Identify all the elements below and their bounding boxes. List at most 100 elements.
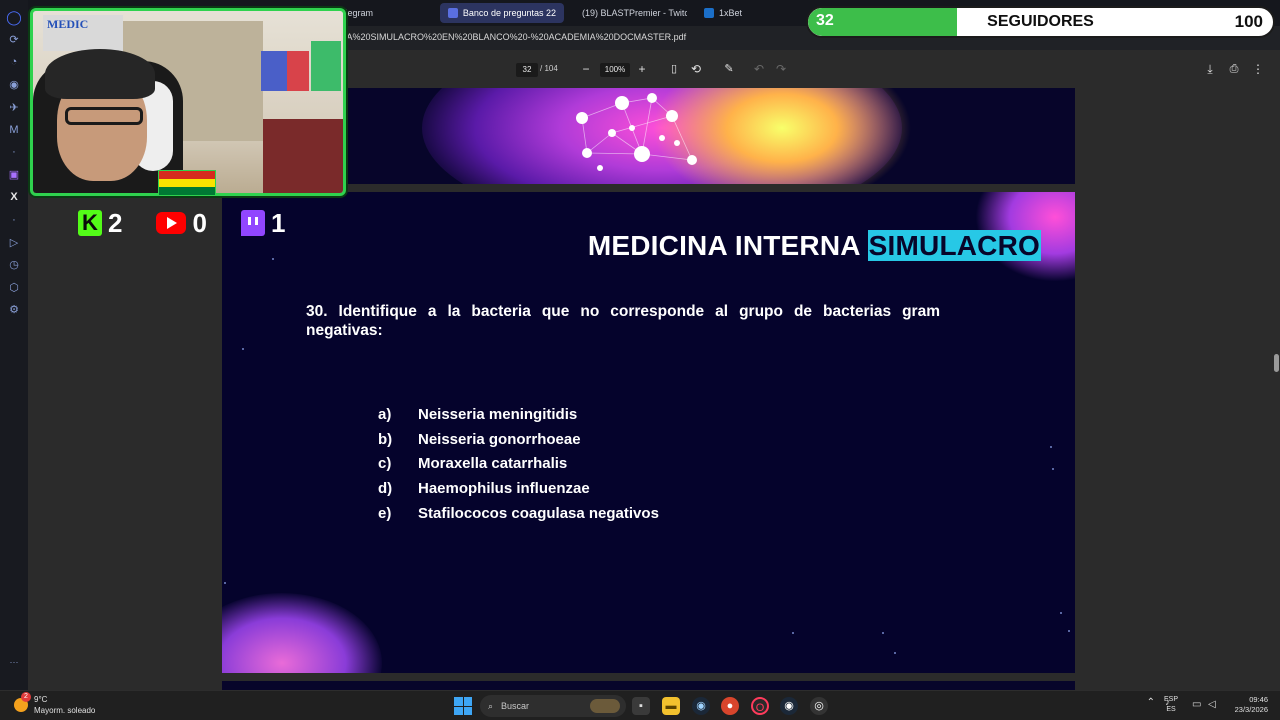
windows-start-icon[interactable] [454,697,472,715]
vertical-scrollbar[interactable] [1272,88,1280,690]
goal-target: 100 [1234,12,1263,31]
bolivia-flag-icon [158,170,216,196]
volume-icon[interactable]: ◁ [1208,699,1216,710]
chevron-up-icon[interactable]: ⌃ [1147,697,1155,708]
page-number-input[interactable]: 32 [516,63,538,77]
1xbet-favicon-icon [704,8,714,18]
steam2-icon[interactable]: ◉ [780,697,798,715]
webcam-sign: MEDIC [43,15,123,51]
search-placeholder: Buscar [501,701,530,711]
option-b: b) Neisseria gonorrhoeae [378,430,581,448]
x-icon[interactable]: X [0,186,28,209]
draw-icon[interactable]: ✎ [720,60,738,78]
star-dot [894,652,896,654]
settings-icon[interactable]: ⚙ [0,299,28,322]
highlighted-text: SIMULACRO [867,230,1041,261]
option-a: a) Neisseria meningitidis [378,405,578,423]
language-indicator[interactable]: ESP ES [1164,695,1178,715]
zoom-out-button[interactable]: − [577,60,595,78]
notification-badge: 2 [21,692,31,702]
followers-goal-bar: 32 SEGUIDORES 100 [806,6,1275,38]
weather-temp: 9°C [34,695,48,704]
more-icon[interactable]: ⋯ [0,657,28,668]
undo-icon[interactable]: ↶ [750,60,768,78]
divider2-icon: · [12,213,16,226]
pdf-favicon-icon [448,8,458,18]
weather-desc: Mayorm. soleado [34,706,96,715]
browser-sidebar: ◯ ⟳ ◔ ◉ ✈ M · ▣ X · ▷ ◷ ⬡ ⚙ ⋯ [0,0,28,690]
twitch-count: 1 [240,208,285,239]
webcam-poster [261,51,287,91]
option-e: e) Stafilococos coagulasa negativos [378,505,659,523]
star-dot [792,632,794,634]
star-dot [882,632,884,634]
webcam-bed [263,119,343,193]
url-text[interactable]: RA%20SIMULACRO%20EN%20BLANCO%20-%20ACADE… [340,32,686,42]
player-icon[interactable]: ▷ [0,231,28,254]
previous-page [222,88,1075,184]
file-explorer-icon[interactable]: ▬ [662,697,680,715]
twitch-logo-icon [240,210,265,236]
goal-label: SEGUIDORES [987,13,1094,30]
page-total: / 104 [540,64,558,73]
answer-options: a) Neisseria meningitidis b) Neisseria g… [378,402,659,526]
star-dot [1060,612,1062,614]
mail-icon[interactable]: M [0,119,28,142]
option-c: c) Moraxella catarrhalis [378,455,568,473]
taskbar-search[interactable]: ⌕ Buscar [480,695,626,717]
tab-blastpremier[interactable]: (19) BLASTPremier - Twitc [569,3,687,23]
opera-logo-icon[interactable]: ◯ [0,6,28,29]
download-icon[interactable]: ⤓ [1201,60,1219,78]
pdf-page: MEDICINA INTERNA SIMULACRO 30. Identifiq… [222,192,1075,673]
kick-icon: K [78,210,102,236]
option-d: d) Haemophilus influenzae [378,480,590,498]
network-graphic [576,93,697,171]
kick-count: K 2 [78,208,122,239]
steam-icon[interactable]: ◉ [692,697,710,715]
telegram-icon[interactable]: ✈ [0,96,28,119]
clock[interactable]: 09:46 23/3/2026 [1235,695,1268,715]
next-page [222,681,1075,690]
tab-1xbet[interactable]: 1xBet [696,3,750,23]
network-icon[interactable]: ▭ [1192,699,1201,710]
rotate-icon[interactable]: ⟲ [687,60,705,78]
app-icon[interactable]: ● [721,697,739,715]
opera-gx-icon[interactable]: O [751,697,769,715]
workspace-icon[interactable]: ◔ [0,51,28,74]
webcam-glasses [65,107,143,125]
record-app-icon[interactable]: ◎ [810,697,828,715]
reload-icon[interactable]: ⟳ [0,29,28,52]
platform-counts: K 2 0 1 [78,206,319,240]
more-options-icon[interactable]: ⋮ [1249,60,1267,78]
tab-banco-preguntas[interactable]: Banco de preguntas 22 [440,3,564,23]
task-view-icon[interactable]: ▪ [632,697,650,715]
star-dot [1052,468,1054,470]
sun-icon: 2 [14,692,31,712]
zoom-input[interactable]: 100% [600,63,630,77]
webcam-overlay: MEDIC [30,8,346,196]
question-text: 30. Identifique a la bacteria que no cor… [306,303,940,339]
star-dot [272,258,274,260]
page-decoration [222,593,382,673]
windows-taskbar: 2 9°C Mayorm. soleado ⌕ Buscar ▪ ▬ ◉ ● O… [0,690,1280,720]
star-dot [224,582,226,584]
messenger-icon[interactable]: ◉ [0,74,28,97]
webcam-poster [311,41,341,91]
webcam-cap [45,49,155,99]
weather-widget[interactable]: 2 9°C Mayorm. soleado [14,692,96,716]
youtube-icon [156,212,187,234]
scrollbar-thumb[interactable] [1274,354,1279,372]
star-dot [1068,630,1070,632]
twitch-icon[interactable]: ▣ [0,164,28,187]
zoom-in-button[interactable]: + [633,60,651,78]
extensions-icon[interactable]: ⬡ [0,276,28,299]
search-icon: ⌕ [488,700,494,711]
redo-icon[interactable]: ↷ [772,60,790,78]
fit-page-icon[interactable]: ▯ [665,60,683,78]
divider-icon: · [12,146,16,159]
search-highlight-icon [590,699,620,713]
youtube-count: 0 [156,208,207,239]
star-dot [242,348,244,350]
print-icon[interactable]: ⎙ [1225,60,1243,78]
history-icon[interactable]: ◷ [0,254,28,277]
